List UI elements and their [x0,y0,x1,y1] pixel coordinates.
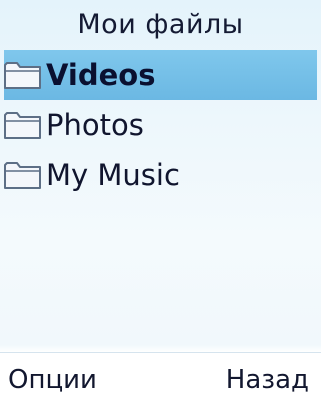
title-bar: Мои файлы [0,0,321,48]
folder-icon [4,62,41,89]
folder-icon [4,162,41,189]
folder-icon [4,112,41,139]
softkey-divider [0,352,321,353]
file-label: Photos [46,108,144,142]
file-label: Videos [46,58,156,92]
file-list: Videos Photos My Music [0,50,321,200]
back-softkey[interactable]: Назад [226,364,309,396]
list-item-photos[interactable]: Photos [0,100,321,150]
softkey-bar: Опции Назад [0,352,321,400]
options-softkey[interactable]: Опции [8,364,97,396]
list-item-my-music[interactable]: My Music [0,150,321,200]
phone-screen: Мои файлы Videos Photos My Music Опции Н… [0,0,321,400]
list-item-videos[interactable]: Videos [4,50,317,100]
page-title: Мои файлы [77,8,244,40]
file-label: My Music [46,158,180,192]
